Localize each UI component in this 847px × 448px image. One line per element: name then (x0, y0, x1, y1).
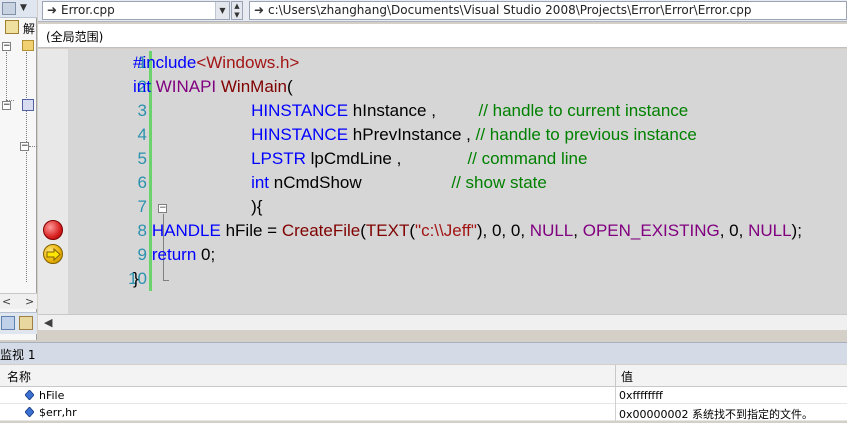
code-token: NULL (748, 221, 792, 240)
code-token: hInstance , (348, 101, 479, 120)
line-number: 10 (128, 269, 147, 288)
watch-row-name: $err,hr (39, 406, 77, 419)
scroll-spinner[interactable]: ▲ ▼ (231, 1, 243, 20)
navigation-bar: ➜ Error.cpp ▼ ▲ ▼ ➜ c:\Users\zhanghang\Docu… (38, 0, 847, 22)
code-token: TEXT (365, 221, 410, 240)
chevron-down-icon[interactable]: ▼ (215, 2, 229, 19)
watch-window-title: 监视 1 (0, 342, 847, 364)
code-token: LPSTR (133, 149, 306, 168)
watch-empty-area[interactable] (0, 423, 847, 448)
code-token: HINSTANCE (133, 125, 349, 144)
ide-window: ▼ 解 − − − < > ➜ Error.cpp ▼ ▲ ▼ ➜ c:\Users\… (0, 0, 847, 448)
solution-icon[interactable] (5, 20, 19, 34)
code-token: ), 0, 0, (476, 221, 530, 240)
class-view-tab-icon[interactable] (19, 316, 33, 330)
code-token: , (573, 221, 583, 240)
project-icon[interactable] (22, 99, 34, 111)
code-token: return (133, 245, 197, 264)
code-token: } (133, 269, 139, 288)
solution-explorer-tabs (0, 312, 37, 334)
current-statement-arrow-icon[interactable] (43, 244, 63, 264)
code-token: // handle to current instance (478, 101, 689, 120)
solution-explorer-tab-icon[interactable] (1, 316, 15, 330)
editor-horizontal-scrollbar[interactable]: ◀ (38, 314, 847, 330)
code-token: // handle to previous instance (475, 125, 697, 144)
file-combo[interactable]: ➜ Error.cpp ▼ (42, 1, 230, 20)
code-token: #include (133, 53, 197, 72)
collapse-icon[interactable]: − (20, 142, 29, 151)
scope-bar[interactable]: (全局范围) (38, 24, 847, 48)
scroll-left-button[interactable]: < (2, 295, 11, 308)
column-header-value[interactable]: 值 (621, 368, 633, 385)
code-token: "c:\\Jeff" (415, 221, 477, 240)
file-icon: ➜ (253, 3, 265, 17)
breakpoint-icon[interactable] (43, 220, 63, 240)
code-token: 0; (196, 245, 216, 264)
scope-label: (全局范围) (46, 30, 104, 44)
column-header-name[interactable]: 名称 (7, 368, 31, 385)
watch-window-title-text: 监视 1 (0, 348, 36, 362)
code-line[interactable]: } (133, 269, 139, 289)
toolbar-dropdown-icon[interactable] (2, 2, 16, 15)
code-token: WINAPI (155, 77, 217, 96)
horizontal-scrollbar[interactable]: < > (0, 293, 37, 309)
code-token: , 0, (719, 221, 749, 240)
collapse-icon[interactable]: − (2, 42, 11, 51)
code-line[interactable]: HANDLE hFile = CreateFile(TEXT("c:\\Jeff… (133, 221, 802, 241)
code-token: ( (287, 77, 293, 96)
watch-table-header: 名称 值 (0, 365, 847, 387)
watch-variable-icon (25, 407, 34, 417)
code-token: ){ (133, 197, 263, 216)
folder-icon[interactable] (22, 40, 34, 51)
code-editor[interactable]: − 1 2 3 4 5 6 7 8 9 10 #include<Windows.h> int WINA… (38, 49, 847, 314)
file-combo-value: Error.cpp (61, 3, 115, 17)
code-line[interactable]: HINSTANCE hInstance , // handle to curre… (133, 101, 688, 121)
code-line[interactable]: return 0; (133, 245, 215, 265)
chevron-down-icon[interactable]: ▼ (20, 3, 27, 13)
code-token: nCmdShow (269, 173, 452, 192)
code-token: // command line (467, 149, 588, 168)
code-line[interactable]: HINSTANCE hPrevInstance , // handle to p… (133, 125, 697, 145)
code-line[interactable]: ){ (133, 197, 262, 217)
code-token: // show state (451, 173, 547, 192)
code-line[interactable]: int nCmdShow // show state (133, 173, 547, 193)
code-line[interactable]: #include<Windows.h> (133, 53, 299, 73)
code-token: HANDLE (133, 221, 221, 240)
solution-explorer-label: 解 (23, 22, 36, 36)
code-token: ); (791, 221, 802, 240)
code-token: <Windows.h> (196, 53, 300, 72)
code-token: int (133, 173, 270, 192)
scroll-left-button[interactable]: ◀ (44, 316, 52, 329)
path-combo-value: c:\Users\zhanghang\Documents\Visual Stud… (268, 3, 752, 17)
code-token: OPEN_EXISTING (582, 221, 720, 240)
code-token: NULL (529, 221, 574, 240)
scroll-right-button[interactable]: > (25, 295, 34, 308)
solution-explorer-panel: ▼ 解 − − − < > (0, 0, 37, 340)
watch-row-value: 0x00000002 系统找不到指定的文件。 (619, 408, 813, 421)
path-combo[interactable]: ➜ c:\Users\zhanghang\Documents\Visual Stu… (249, 1, 847, 20)
breakpoint-gutter[interactable] (38, 49, 68, 314)
solution-explorer-toolbar: ▼ (0, 0, 37, 18)
watch-row-name: hFile (39, 389, 65, 402)
code-token: hPrevInstance , (348, 125, 476, 144)
table-row[interactable]: hFile 0xffffffff (0, 387, 847, 404)
code-token: WinMain (220, 77, 288, 96)
code-line[interactable]: int WINAPI WinMain( (133, 77, 293, 97)
code-token: hFile = (220, 221, 282, 240)
code-token: lpCmdLine , (305, 149, 468, 168)
code-token: HINSTANCE (133, 101, 349, 120)
code-area[interactable]: − 1 2 3 4 5 6 7 8 9 10 #include<Windows.h> int WINA… (68, 49, 847, 314)
watch-variable-icon (25, 390, 34, 400)
collapse-icon[interactable]: − (2, 101, 11, 110)
code-token: int (133, 77, 151, 96)
code-line[interactable]: LPSTR lpCmdLine , // command line (133, 149, 587, 169)
watch-row-value: 0xffffffff (619, 389, 663, 402)
table-row[interactable]: $err,hr 0x00000002 系统找不到指定的文件。 (0, 404, 847, 421)
file-icon: ➜ (46, 3, 58, 17)
code-token: CreateFile (281, 221, 361, 240)
